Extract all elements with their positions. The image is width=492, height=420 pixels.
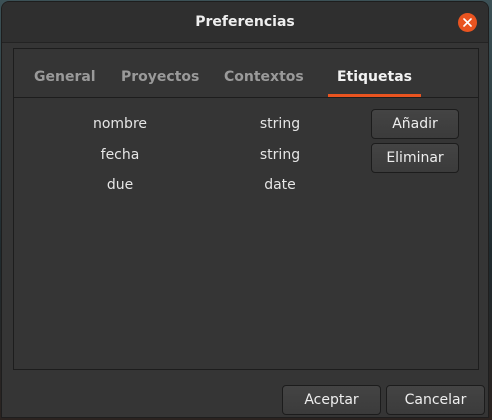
tag-type: string <box>259 116 301 132</box>
list-item[interactable]: nombre string <box>60 112 320 136</box>
window-title: Preferencias <box>195 14 295 30</box>
titlebar: Preferencias <box>2 2 488 43</box>
tab-proyectos[interactable]: Proyectos <box>121 60 199 97</box>
tag-name: fecha <box>100 147 140 163</box>
remove-button[interactable]: Eliminar <box>371 143 459 173</box>
tab-general[interactable]: General <box>34 60 96 97</box>
tab-contextos[interactable]: Contextos <box>224 60 304 97</box>
close-button[interactable] <box>458 13 477 32</box>
tag-name: due <box>106 177 134 193</box>
tag-name: nombre <box>92 116 148 132</box>
list-item[interactable]: fecha string <box>60 143 320 167</box>
preferences-dialog: Preferencias General Proyectos Contextos… <box>1 1 489 418</box>
add-button[interactable]: Añadir <box>371 109 459 139</box>
notebook: General Proyectos Contextos Etiquetas no… <box>13 48 479 370</box>
dialog-footer: Aceptar Cancelar <box>2 379 488 417</box>
list-item[interactable]: due date <box>60 173 320 197</box>
tab-bar: General Proyectos Contextos Etiquetas <box>14 49 478 98</box>
tag-type: date <box>264 177 296 193</box>
accept-button[interactable]: Aceptar <box>282 385 381 415</box>
tab-etiquetas[interactable]: Etiquetas <box>328 60 421 97</box>
cancel-button[interactable]: Cancelar <box>386 385 485 415</box>
tag-type: string <box>259 147 301 163</box>
close-icon <box>463 18 472 27</box>
